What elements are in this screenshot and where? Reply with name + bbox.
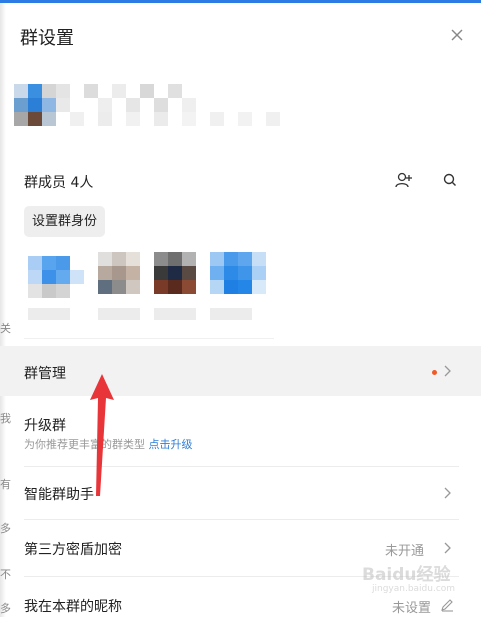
window-top-accent (0, 0, 481, 3)
panel-title: 群设置 (20, 28, 74, 49)
section-divider (24, 338, 274, 339)
background-text: 关 (0, 322, 11, 335)
chevron-right-icon (444, 365, 451, 377)
chevron-right-icon (444, 487, 451, 499)
search-members-button[interactable] (441, 171, 459, 189)
row-label: 第三方密盾加密 (24, 542, 122, 558)
member-avatar[interactable] (210, 252, 266, 324)
search-icon (443, 173, 456, 186)
smart-assistant-row[interactable]: 智能群助手 (0, 467, 481, 519)
close-button[interactable] (446, 24, 468, 46)
annotation-arrow (90, 374, 114, 496)
set-group-role-button[interactable]: 设置群身份 (24, 206, 105, 237)
chevron-right-icon (444, 542, 451, 554)
watermark-url: jingyan.baidu.com (372, 584, 456, 594)
upgrade-link[interactable]: 点击升级 (149, 438, 193, 451)
row-label: 群管理 (24, 366, 66, 382)
add-member-button[interactable] (394, 170, 414, 190)
row-label: 我在本群的昵称 (24, 599, 122, 615)
row-label: 升级群 (24, 418, 66, 434)
members-count-title: 群成员 4人 (24, 175, 94, 191)
upgrade-group-row[interactable]: 升级群 为你推荐更丰富的群类型 点击升级 (0, 396, 481, 466)
member-avatar[interactable] (98, 252, 154, 324)
watermark: Baidu经验 (362, 565, 451, 585)
member-avatar[interactable] (28, 252, 84, 324)
encryption-status: 未开通 (385, 544, 425, 559)
close-icon (451, 29, 463, 41)
add-member-icon (395, 172, 412, 188)
member-avatar[interactable] (154, 252, 210, 324)
notification-dot (432, 370, 437, 375)
nickname-value: 未设置 (392, 601, 432, 616)
group-management-row[interactable]: 群管理 (0, 346, 481, 396)
pencil-icon[interactable] (440, 598, 454, 612)
